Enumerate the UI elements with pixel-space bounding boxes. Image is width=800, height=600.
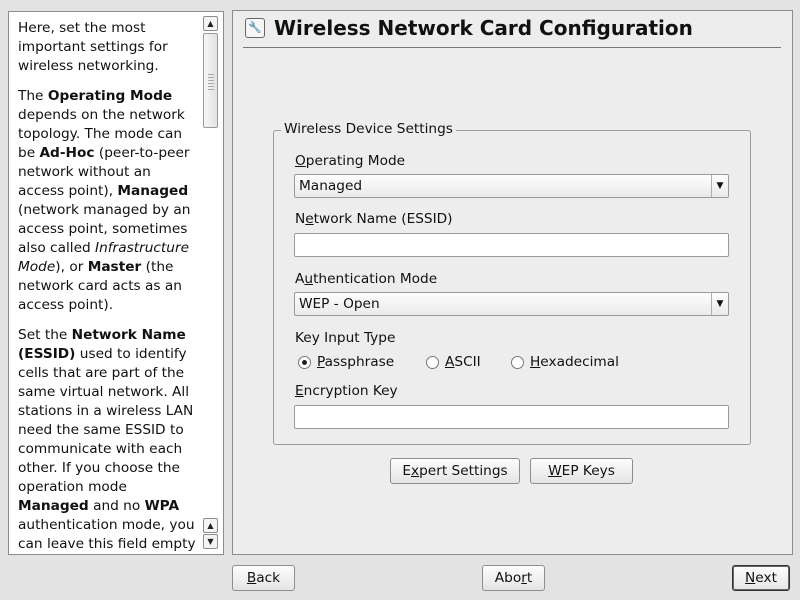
main-panel: 🔧 Wireless Network Card Configuration Wi…: [232, 10, 793, 555]
network-name-label: Network Name (ESSID): [295, 211, 453, 227]
network-name-input[interactable]: [294, 233, 729, 257]
auth-mode-label: Authentication Mode: [295, 271, 437, 287]
abort-button[interactable]: Abort: [482, 565, 545, 591]
label-text: twork Name (ESSID): [313, 211, 453, 227]
passphrase-label[interactable]: Passphrase: [317, 354, 394, 370]
scrollbar-thumb[interactable]: [203, 33, 218, 128]
mnemonic: W: [548, 463, 562, 479]
auth-mode-select[interactable]: WEP - Open ▼: [294, 292, 729, 316]
label-text: exadecimal: [540, 354, 619, 370]
label-text: A: [295, 271, 305, 287]
button-text: EP Keys: [561, 463, 615, 479]
wep-keys-button[interactable]: WEP Keys: [530, 458, 633, 484]
operating-mode-value: Managed: [299, 178, 363, 194]
passphrase-radio[interactable]: [298, 356, 311, 369]
label-text: thentication Mode: [313, 271, 438, 287]
help-paragraph-intro: Here, set the most important settings fo…: [18, 20, 168, 74]
help-bold-ad-hoc: Ad-Hoc: [39, 145, 95, 161]
key-input-type-label: Key Input Type: [295, 330, 396, 346]
expert-settings-button[interactable]: Expert Settings: [390, 458, 520, 484]
scroll-down-arrow-icon[interactable]: ▼: [203, 534, 218, 549]
back-button[interactable]: Back: [232, 565, 295, 591]
help-scrollbar[interactable]: ▲ ▲ ▼: [203, 16, 219, 552]
help-paragraph-operating-mode: The Operating Mode depends on the networ…: [18, 87, 200, 315]
mnemonic: P: [317, 354, 325, 370]
mnemonic: u: [304, 271, 314, 287]
scroll-up-arrow-icon[interactable]: ▲: [203, 518, 218, 533]
hexadecimal-radio[interactable]: [511, 356, 524, 369]
network-card-icon: 🔧: [245, 18, 265, 38]
mnemonic: N: [745, 570, 756, 586]
mnemonic: e: [305, 211, 314, 227]
mnemonic: B: [246, 570, 257, 586]
next-button[interactable]: Next: [732, 565, 790, 591]
page-title: Wireless Network Card Configuration: [274, 16, 693, 40]
help-text-span: authentication mode, you can leave this …: [18, 517, 196, 552]
label-text: SCII: [454, 354, 481, 370]
help-bold-wpa: WPA: [144, 498, 180, 514]
help-text-span: used to identify cells that are part of …: [18, 346, 194, 495]
auth-mode-value: WEP - Open: [299, 296, 380, 312]
groupbox-title: Wireless Device Settings: [281, 121, 456, 137]
label-text: assphrase: [324, 354, 395, 370]
encryption-key-input[interactable]: [294, 405, 729, 429]
mnemonic: E: [295, 383, 304, 399]
button-text: ext: [755, 570, 777, 586]
help-bold-managed: Managed: [117, 183, 189, 199]
chevron-down-icon: ▼: [711, 293, 728, 315]
label-text: perating Mode: [305, 153, 406, 169]
mnemonic: H: [530, 354, 541, 370]
encryption-key-label: Encryption Key: [295, 383, 398, 399]
help-text-span: and no: [88, 498, 145, 514]
help-text-span: ), or: [55, 259, 88, 275]
mnemonic: A: [445, 354, 455, 370]
label-text: ncryption Key: [303, 383, 398, 399]
hexadecimal-label[interactable]: Hexadecimal: [530, 354, 619, 370]
help-text-span: Set the: [18, 327, 72, 343]
help-bold-managed: Managed: [18, 498, 89, 514]
button-text: Abo: [494, 570, 522, 586]
help-bold-master: Master: [87, 259, 142, 275]
chevron-down-icon: ▼: [711, 175, 728, 197]
label-text: N: [295, 211, 306, 227]
button-text: t: [526, 570, 533, 586]
mnemonic: O: [295, 153, 306, 169]
help-panel[interactable]: Here, set the most important settings fo…: [8, 11, 224, 555]
ascii-radio[interactable]: [426, 356, 439, 369]
button-text: ack: [256, 570, 281, 586]
operating-mode-label: Operating Mode: [295, 153, 405, 169]
grip-icon: [208, 74, 214, 90]
help-bold-operating-mode: Operating Mode: [47, 88, 173, 104]
button-text: pert Settings: [419, 463, 508, 479]
ascii-label[interactable]: ASCII: [445, 354, 481, 370]
mnemonic: x: [410, 463, 420, 479]
help-paragraph-essid: Set the Network Name (ESSID) used to ide…: [18, 326, 200, 554]
operating-mode-select[interactable]: Managed ▼: [294, 174, 729, 198]
help-text: Here, set the most important settings fo…: [18, 19, 200, 554]
button-text: E: [402, 463, 411, 479]
help-text-span: The: [18, 88, 48, 104]
title-divider: [243, 47, 781, 48]
scroll-up-arrow-icon[interactable]: ▲: [203, 16, 218, 31]
